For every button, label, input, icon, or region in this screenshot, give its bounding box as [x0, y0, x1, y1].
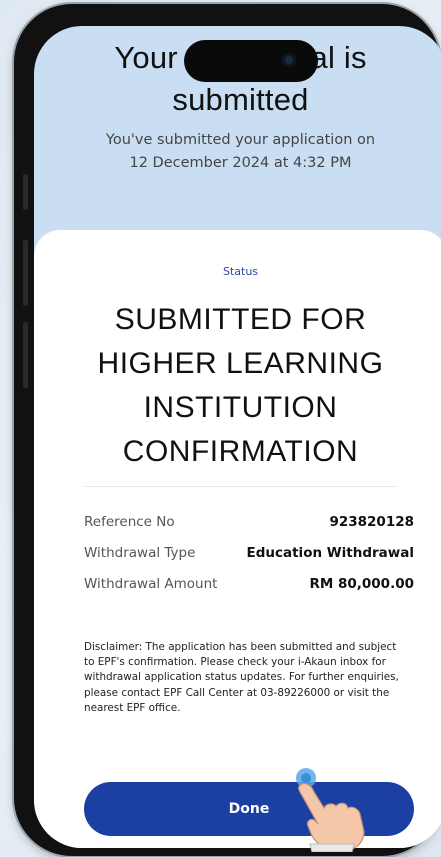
submission-date-line2: 12 December 2024 at 4:32 PM — [129, 155, 352, 171]
mute-switch — [23, 174, 28, 210]
app-screen: Your withdrawal is submitted You've subm… — [34, 26, 441, 848]
status-title-line: HIGHER LEARNING — [97, 347, 384, 380]
detail-label: Reference No — [84, 514, 175, 530]
status-card: Status SUBMITTED FOR HIGHER LEARNING INS… — [34, 230, 441, 848]
phone-frame: Your withdrawal is submitted You've subm… — [14, 4, 441, 856]
detail-row-type: Withdrawal Type Education Withdrawal — [84, 545, 414, 565]
detail-row-reference: Reference No 923820128 — [84, 514, 414, 534]
status-title-line: CONFIRMATION — [122, 435, 359, 468]
detail-label: Withdrawal Type — [84, 545, 196, 561]
dynamic-island — [184, 40, 318, 82]
volume-down-button — [23, 322, 28, 388]
volume-up-button — [23, 240, 28, 306]
detail-label: Withdrawal Amount — [84, 576, 218, 592]
detail-value: RM 80,000.00 — [309, 576, 414, 592]
status-label: Status — [222, 265, 259, 278]
disclaimer-text: Disclaimer: The application has been sub… — [84, 641, 399, 714]
detail-value: 923820128 — [329, 514, 414, 530]
detail-value: Education Withdrawal — [246, 545, 415, 561]
divider — [84, 486, 397, 487]
submission-date-line1: You've submitted your application on — [105, 132, 376, 148]
tap-hand-icon — [296, 768, 365, 852]
status-title-line: SUBMITTED FOR — [114, 303, 367, 336]
status-title-line: INSTITUTION — [143, 391, 338, 424]
front-camera-icon — [282, 53, 296, 67]
detail-row-amount: Withdrawal Amount RM 80,000.00 — [84, 576, 414, 596]
status-title: SUBMITTED FOR HIGHER LEARNING INSTITUTIO… — [54, 298, 427, 474]
page-title-line2: submitted — [172, 82, 309, 117]
